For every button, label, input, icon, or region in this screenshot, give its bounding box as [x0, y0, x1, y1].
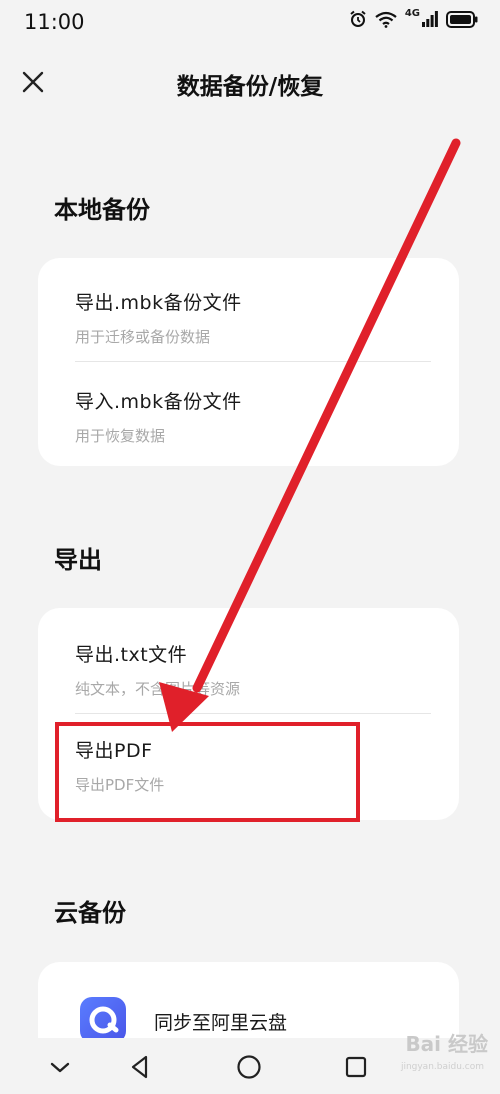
- import-mbk-item[interactable]: 导入.mbk备份文件 用于恢复数据: [75, 387, 431, 446]
- divider: [75, 361, 431, 362]
- export-mbk-title: 导出.mbk备份文件: [75, 292, 242, 314]
- status-icons: 4G: [349, 7, 478, 28]
- import-mbk-title: 导入.mbk备份文件: [75, 391, 242, 413]
- watermark: Bai 经验: [405, 1032, 488, 1056]
- page-title: 数据备份/恢复: [176, 74, 324, 100]
- battery-icon: [446, 10, 478, 28]
- highlight-box: [55, 722, 360, 822]
- home-circle-icon[interactable]: [234, 1052, 264, 1082]
- export-txt-title: 导出.txt文件: [75, 644, 188, 666]
- aliyun-drive-glyph-icon: [89, 1006, 119, 1034]
- watermark-sub: jingyan.baidu.com: [400, 1062, 484, 1072]
- recent-square-icon[interactable]: [341, 1052, 371, 1082]
- alarm-icon: [350, 10, 366, 27]
- divider: [75, 713, 431, 714]
- import-mbk-subtitle: 用于恢复数据: [75, 427, 166, 445]
- chevron-down-icon[interactable]: [45, 1052, 75, 1082]
- aliyun-drive-icon[interactable]: [80, 997, 126, 1043]
- wifi-icon: [375, 11, 397, 28]
- signal-icon: [422, 11, 438, 27]
- network-label: 4G: [404, 7, 420, 19]
- aliyun-sync-label[interactable]: 同步至阿里云盘: [154, 1008, 287, 1035]
- section-title-local: 本地备份: [54, 196, 150, 224]
- back-triangle-icon[interactable]: [125, 1052, 155, 1082]
- export-mbk-subtitle: 用于迁移或备份数据: [75, 328, 211, 346]
- export-txt-item[interactable]: 导出.txt文件 纯文本，不含图片等资源: [75, 640, 431, 699]
- status-bar: 11:00 4G: [0, 0, 500, 48]
- section-title-cloud: 云备份: [54, 899, 126, 927]
- screen: 11:00 4G 数据备份/恢复 本地备份 导出.mbk备份文件 用于迁移或备份…: [0, 0, 500, 1094]
- export-txt-subtitle: 纯文本，不含图片等资源: [75, 680, 241, 698]
- header: 数据备份/恢复: [0, 55, 500, 110]
- section-title-export: 导出: [54, 546, 102, 574]
- local-backup-card: 导出.mbk备份文件 用于迁移或备份数据 导入.mbk备份文件 用于恢复数据: [38, 258, 459, 466]
- status-time: 11:00: [24, 10, 85, 34]
- export-mbk-item[interactable]: 导出.mbk备份文件 用于迁移或备份数据: [75, 288, 431, 347]
